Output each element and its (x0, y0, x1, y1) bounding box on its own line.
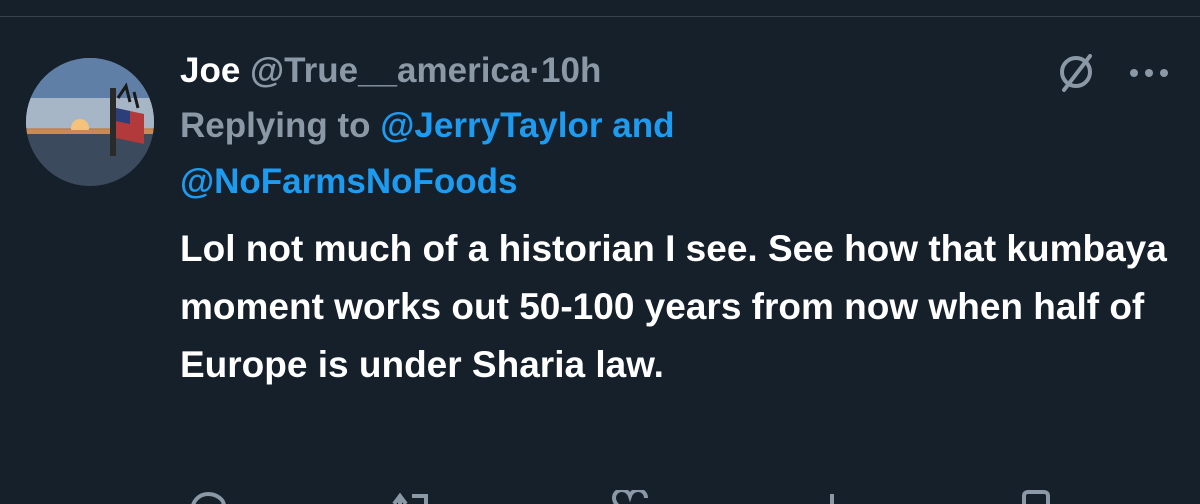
replying-to-line: Replying to @JerryTaylor and @NoFarmsNoF… (180, 98, 1170, 210)
avatar[interactable] (26, 58, 154, 186)
mention-jerrytaylor[interactable]: @JerryTaylor (380, 106, 602, 145)
like-icon[interactable] (610, 490, 650, 504)
tweet-header: Joe @True__america·10h (180, 48, 1170, 94)
grok-icon[interactable] (1054, 50, 1098, 94)
replying-to-label: Replying to (180, 106, 371, 145)
bookmark-icon[interactable] (1016, 490, 1056, 504)
top-divider (0, 16, 1200, 17)
tweet-content: Joe @True__america·10h Replying to @Jerr… (180, 48, 1170, 394)
mention-nofarmsnofoods[interactable]: @NoFarmsNoFoods (180, 162, 517, 201)
separator-dot: · (529, 51, 542, 90)
user-handle[interactable]: @True__america (250, 51, 529, 90)
action-bar (0, 488, 1200, 504)
more-options-icon[interactable] (1126, 58, 1172, 88)
timestamp[interactable]: 10h (541, 51, 601, 90)
mention-and[interactable]: and (612, 106, 674, 145)
views-icon[interactable] (812, 490, 852, 504)
avatar-image (26, 58, 154, 186)
retweet-icon[interactable] (388, 490, 436, 504)
display-name[interactable]: Joe (180, 51, 240, 90)
reply-icon[interactable] (188, 490, 228, 504)
tweet-text: Lol not much of a historian I see. See h… (180, 228, 1167, 385)
